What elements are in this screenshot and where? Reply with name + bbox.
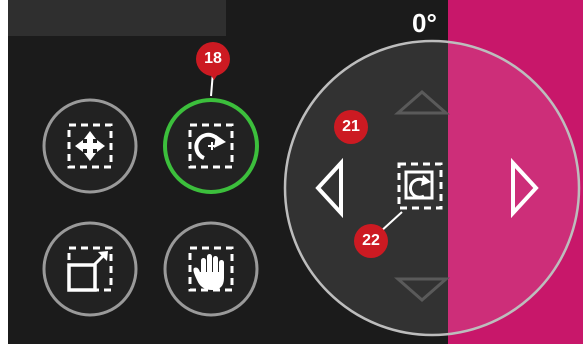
reset-rotation-button[interactable] [396, 160, 444, 212]
pan-button[interactable] [163, 221, 259, 317]
rotate-button[interactable] [163, 98, 259, 194]
callout-22: 22 [354, 224, 388, 258]
rotate-right-button[interactable] [507, 158, 543, 218]
resize-button[interactable] [42, 221, 138, 317]
rotate-left-button[interactable] [311, 158, 347, 218]
move-button[interactable] [42, 98, 138, 194]
rotate-up-button[interactable] [394, 86, 450, 120]
callout-21: 21 [334, 110, 368, 144]
rotate-down-button[interactable] [394, 272, 450, 306]
screen: 0° 18 21 22 [8, 0, 583, 344]
callout-18: 18 [196, 42, 230, 76]
